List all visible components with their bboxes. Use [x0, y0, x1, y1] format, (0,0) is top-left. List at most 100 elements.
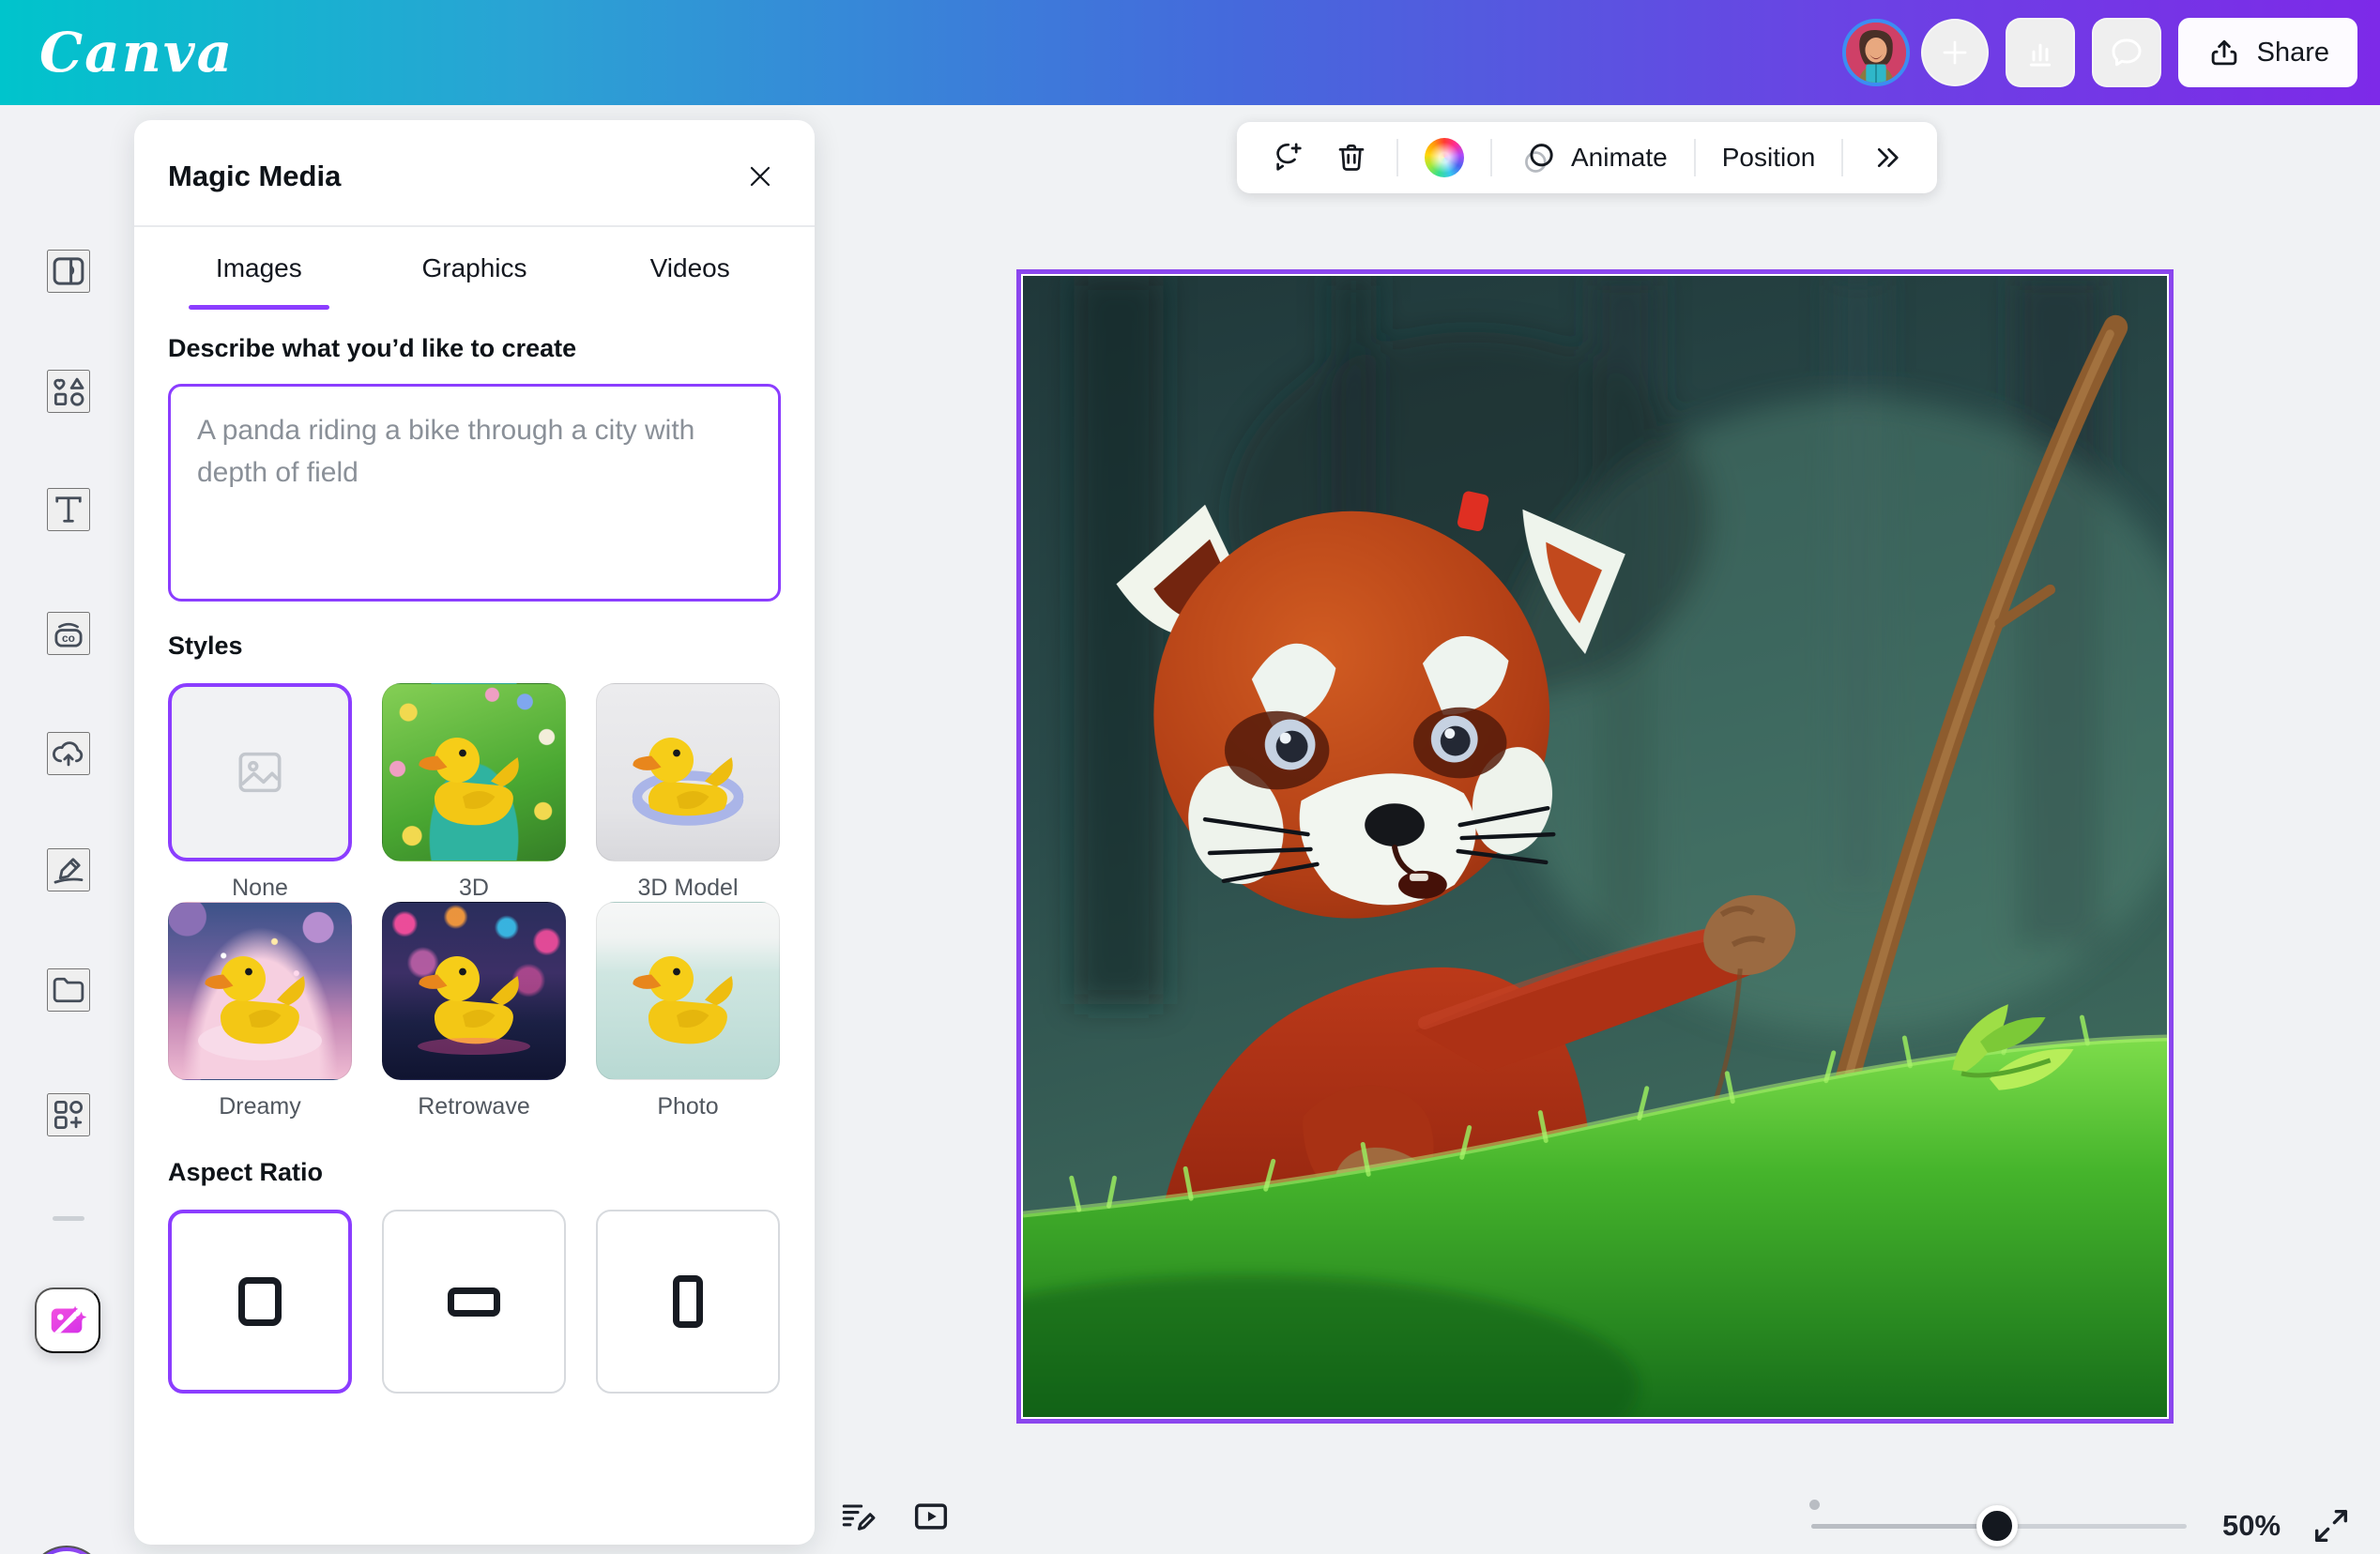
toolbar-divider [1490, 139, 1492, 176]
fullscreen-button[interactable] [2307, 1501, 2356, 1550]
share-button[interactable]: Share [2178, 18, 2357, 87]
magic-media-icon [46, 1299, 89, 1342]
add-member-button[interactable] [1921, 19, 1989, 86]
toolbar-divider [1396, 139, 1398, 176]
style-option-none[interactable]: None [168, 683, 352, 902]
aspect-ratio-portrait[interactable] [596, 1210, 780, 1394]
sidebar-item-text[interactable] [47, 488, 90, 531]
design-icon [49, 250, 88, 293]
style-label: 3D [382, 875, 566, 902]
style-label: Photo [596, 1093, 780, 1120]
styles-heading: Styles [168, 632, 781, 661]
toolbar-divider [1841, 139, 1843, 176]
panel-body: Describe what you’d like to create Style… [134, 310, 815, 1394]
landscape-ratio-icon [448, 1287, 500, 1317]
sidebar-item-draw[interactable] [47, 848, 90, 891]
aspect-ratio-landscape[interactable] [382, 1210, 566, 1394]
elements-icon [49, 370, 88, 413]
style-thumb-3d-model [596, 683, 780, 861]
aspect-ratio-square[interactable] [168, 1210, 352, 1394]
canva-logo[interactable]: Canva [39, 21, 234, 84]
left-sidebar: co [0, 105, 136, 1554]
folder-icon [49, 968, 88, 1012]
panel-title: Magic Media [168, 160, 341, 193]
style-option-3d[interactable]: 3D [382, 683, 566, 902]
color-button[interactable] [1415, 131, 1473, 184]
double-chevron-icon [1869, 140, 1905, 175]
animate-icon [1518, 137, 1560, 178]
canvas-selected-image[interactable] [1016, 269, 2174, 1424]
tab-videos[interactable]: Videos [582, 227, 798, 310]
user-avatar[interactable] [1842, 19, 1910, 86]
svg-text:co: co [62, 632, 75, 645]
more-tools-button[interactable] [1860, 131, 1915, 184]
style-option-dreamy[interactable]: Dreamy [168, 902, 352, 1120]
insights-icon [2021, 33, 2060, 72]
close-icon [743, 160, 777, 193]
present-button[interactable] [907, 1492, 955, 1541]
sidebar-divider [53, 1216, 84, 1221]
style-thumb-none [168, 683, 352, 861]
zoom-level-value[interactable]: 50% [2200, 1509, 2303, 1543]
text-icon [49, 488, 88, 531]
sidebar-item-apps[interactable] [47, 1093, 90, 1136]
style-option-photo[interactable]: Photo [596, 902, 780, 1120]
share-button-label: Share [2257, 38, 2329, 69]
insights-button[interactable] [2006, 18, 2075, 87]
tab-images[interactable]: Images [151, 227, 367, 310]
zoom-fit-marker [1809, 1500, 1820, 1510]
canva-editor: Canva [0, 0, 2380, 1554]
brand-icon: co [49, 612, 88, 655]
zoom-slider-fill [1811, 1524, 1995, 1529]
plus-icon [1937, 35, 1973, 70]
sidebar-item-design[interactable] [47, 250, 90, 293]
style-option-retrowave[interactable]: Retrowave [382, 902, 566, 1120]
describe-heading: Describe what you’d like to create [168, 334, 781, 363]
draw-icon [49, 848, 88, 891]
close-panel-button[interactable] [740, 156, 781, 197]
delete-button[interactable] [1323, 131, 1380, 184]
comment-add-icon [1269, 139, 1306, 176]
share-icon [2206, 35, 2242, 70]
comments-button[interactable] [2092, 18, 2161, 87]
top-bar-controls: Share [1842, 0, 2357, 105]
sidebar-item-brand[interactable]: co [47, 612, 90, 655]
expand-icon [2310, 1504, 2353, 1547]
toolbar-divider [1694, 139, 1696, 176]
uploads-icon [49, 732, 88, 775]
style-label: Retrowave [382, 1093, 566, 1120]
present-icon [909, 1495, 953, 1538]
style-thumb-photo [596, 902, 780, 1080]
prompt-input[interactable] [168, 384, 781, 602]
animate-label: Animate [1571, 143, 1668, 173]
sidebar-item-magic-media[interactable] [35, 1287, 100, 1353]
zoom-slider-thumb[interactable] [1976, 1505, 2018, 1546]
sidebar-item-elements[interactable] [47, 370, 90, 413]
color-wheel-icon [1425, 138, 1464, 177]
red-panda-artwork [1023, 276, 2167, 1417]
animate-button[interactable]: Animate [1509, 131, 1677, 184]
aspect-ratio-grid [168, 1210, 781, 1394]
sidebar-item-uploads[interactable] [47, 732, 90, 775]
aspect-ratio-heading: Aspect Ratio [168, 1158, 781, 1187]
style-thumb-dreamy [168, 902, 352, 1080]
panel-tabs: Images Graphics Videos [134, 227, 815, 310]
tab-graphics[interactable]: Graphics [367, 227, 583, 310]
canva-assistant-button[interactable] [28, 1546, 105, 1554]
comment-add-button[interactable] [1259, 131, 1316, 184]
style-label: Dreamy [168, 1093, 352, 1120]
style-label: None [168, 875, 352, 902]
styles-grid: None 3D 3D Model [168, 683, 781, 1120]
trash-icon [1333, 139, 1370, 176]
notes-button[interactable] [833, 1492, 882, 1541]
style-label: 3D Model [596, 875, 780, 902]
style-thumb-retrowave [382, 902, 566, 1080]
style-option-3d-model[interactable]: 3D Model [596, 683, 780, 902]
canvas-toolbar: Animate Position [1237, 122, 1937, 193]
apps-icon [49, 1093, 88, 1136]
notes-icon [837, 1496, 878, 1537]
position-button[interactable]: Position [1713, 131, 1825, 184]
sidebar-item-projects[interactable] [47, 968, 90, 1012]
top-bar: Canva [0, 0, 2380, 105]
position-label: Position [1722, 143, 1816, 173]
